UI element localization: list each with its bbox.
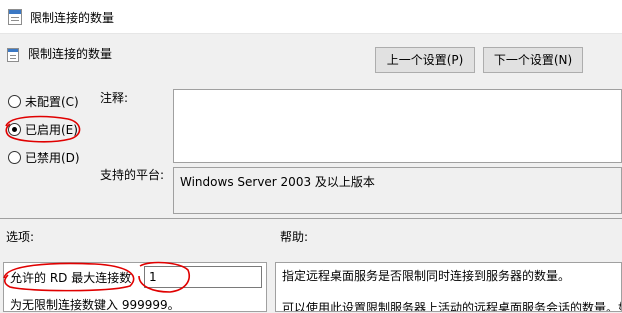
- radio-label: 已启用(E): [25, 122, 78, 137]
- help-panel[interactable]: 指定远程桌面服务是否限制同时连接到服务器的数量。 可以使用此设置限制服务器上活动…: [275, 262, 622, 312]
- title-bar: 限制连接的数量: [0, 0, 622, 34]
- policy-document-icon: [8, 9, 22, 25]
- max-connections-hint: 为无限制连接数键入 999999。: [10, 298, 180, 312]
- radio-not-configured[interactable]: 未配置(C): [8, 92, 79, 110]
- platform-field: Windows Server 2003 及以上版本: [173, 167, 622, 214]
- radio-label: 未配置(C): [25, 94, 79, 109]
- comment-label: 注释:: [100, 91, 129, 105]
- previous-setting-button[interactable]: 上一个设置(P): [375, 47, 475, 73]
- radio-disabled[interactable]: 已禁用(D): [8, 148, 80, 166]
- comment-textarea[interactable]: [173, 89, 622, 163]
- window-title: 限制连接的数量: [30, 11, 115, 25]
- options-panel: 允许的 RD 最大连接数 为无限制连接数键入 999999。: [3, 262, 267, 312]
- help-text-line: 可以使用此设置限制服务器上活动的远程桌面服务会话的数量。如: [282, 301, 622, 312]
- section-divider: [0, 218, 622, 219]
- help-text-line: 指定远程桌面服务是否限制同时连接到服务器的数量。: [282, 269, 571, 283]
- setting-title: 限制连接的数量: [28, 47, 113, 61]
- radio-button-icon[interactable]: [8, 94, 21, 108]
- next-setting-button[interactable]: 下一个设置(N): [483, 47, 583, 73]
- radio-label: 已禁用(D): [25, 150, 80, 165]
- platform-label: 支持的平台:: [100, 168, 165, 182]
- radio-enabled[interactable]: 已启用(E): [8, 120, 78, 138]
- help-label: 帮助:: [280, 230, 309, 244]
- max-connections-label: 允许的 RD 最大连接数: [10, 271, 132, 285]
- radio-button-checked-icon[interactable]: [8, 122, 21, 136]
- setting-icon: [7, 48, 19, 62]
- platform-value: Windows Server 2003 及以上版本: [180, 175, 375, 189]
- max-connections-input[interactable]: [144, 266, 262, 288]
- options-label: 选项:: [6, 230, 35, 244]
- radio-button-icon[interactable]: [8, 150, 21, 164]
